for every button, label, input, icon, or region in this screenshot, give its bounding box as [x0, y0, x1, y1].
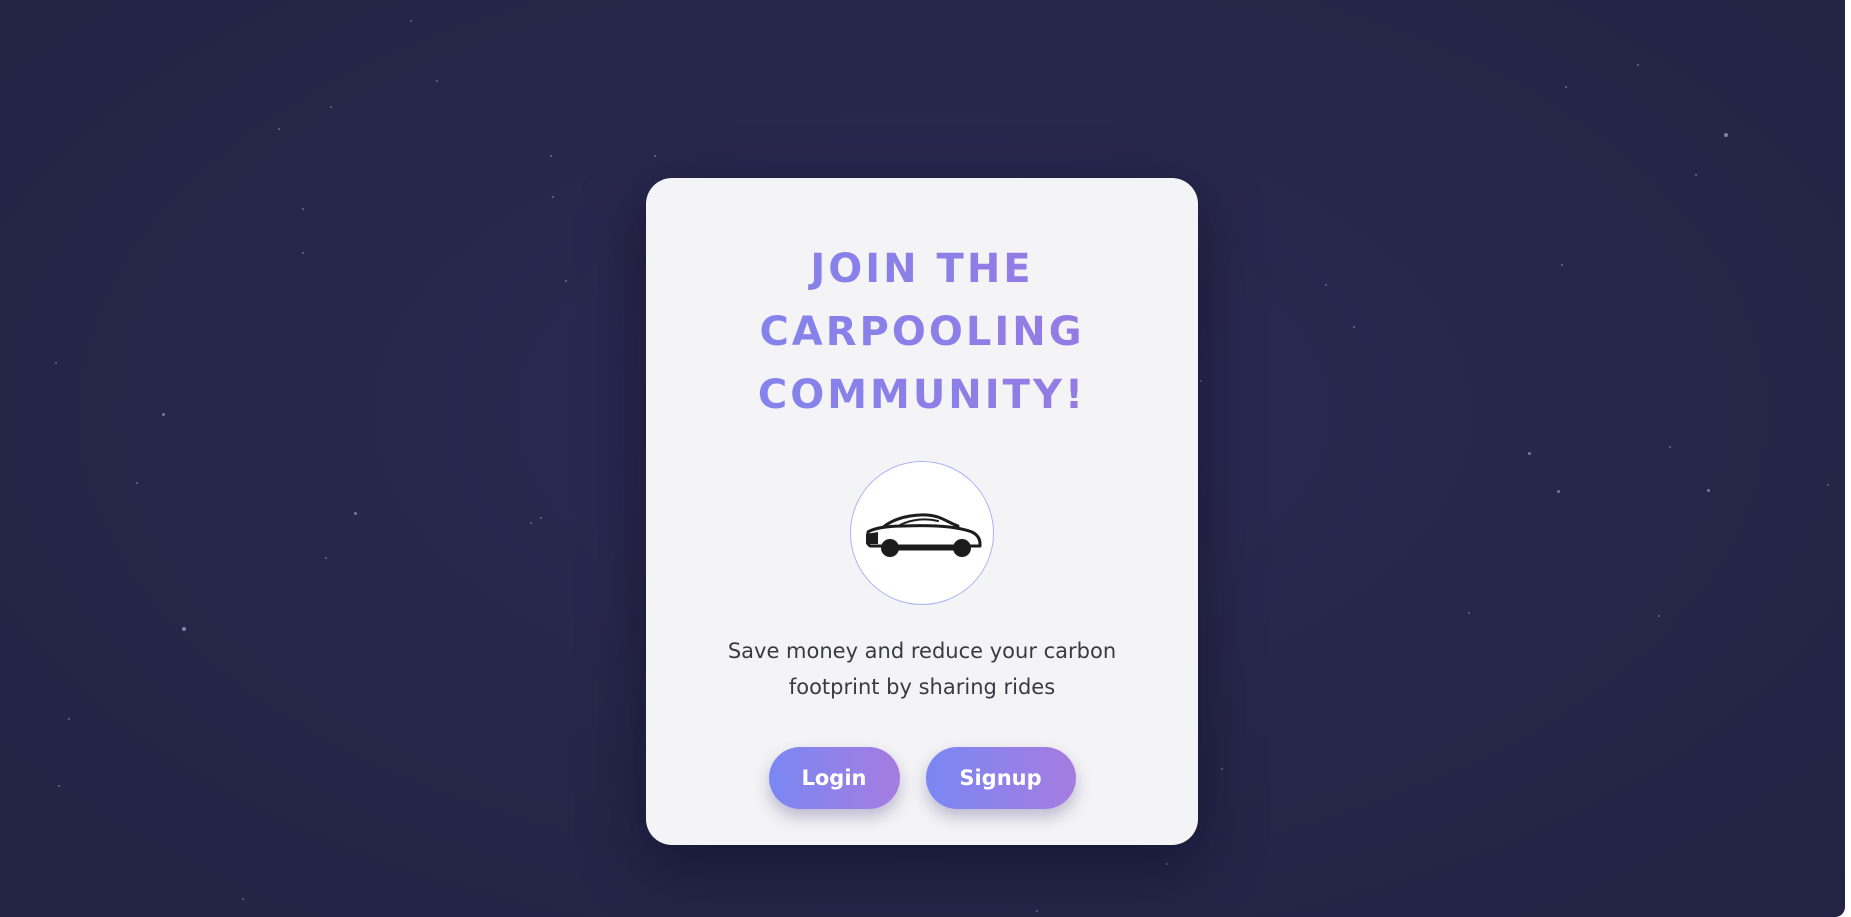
welcome-card: JOIN THE CARPOOLING COMMUNITY! Save mone… — [646, 178, 1198, 845]
title-line-3: COMMUNITY! — [757, 372, 1087, 418]
page-background: JOIN THE CARPOOLING COMMUNITY! Save mone… — [0, 0, 1845, 917]
login-button[interactable]: Login — [768, 747, 900, 809]
auth-buttons: Login Signup — [646, 747, 1198, 809]
tagline-line-2: footprint by sharing rides — [788, 675, 1056, 699]
logo-badge — [850, 461, 994, 605]
tagline: Save money and reduce your carbon footpr… — [702, 633, 1142, 705]
title-line-2: CARPOOLING — [759, 309, 1085, 355]
tagline-line-1: Save money and reduce your carbon — [727, 639, 1117, 663]
title-line-1: JOIN THE — [810, 246, 1034, 292]
signup-button[interactable]: Signup — [925, 747, 1076, 809]
page-title: JOIN THE CARPOOLING COMMUNITY! — [646, 238, 1198, 427]
car-icon — [866, 513, 982, 557]
